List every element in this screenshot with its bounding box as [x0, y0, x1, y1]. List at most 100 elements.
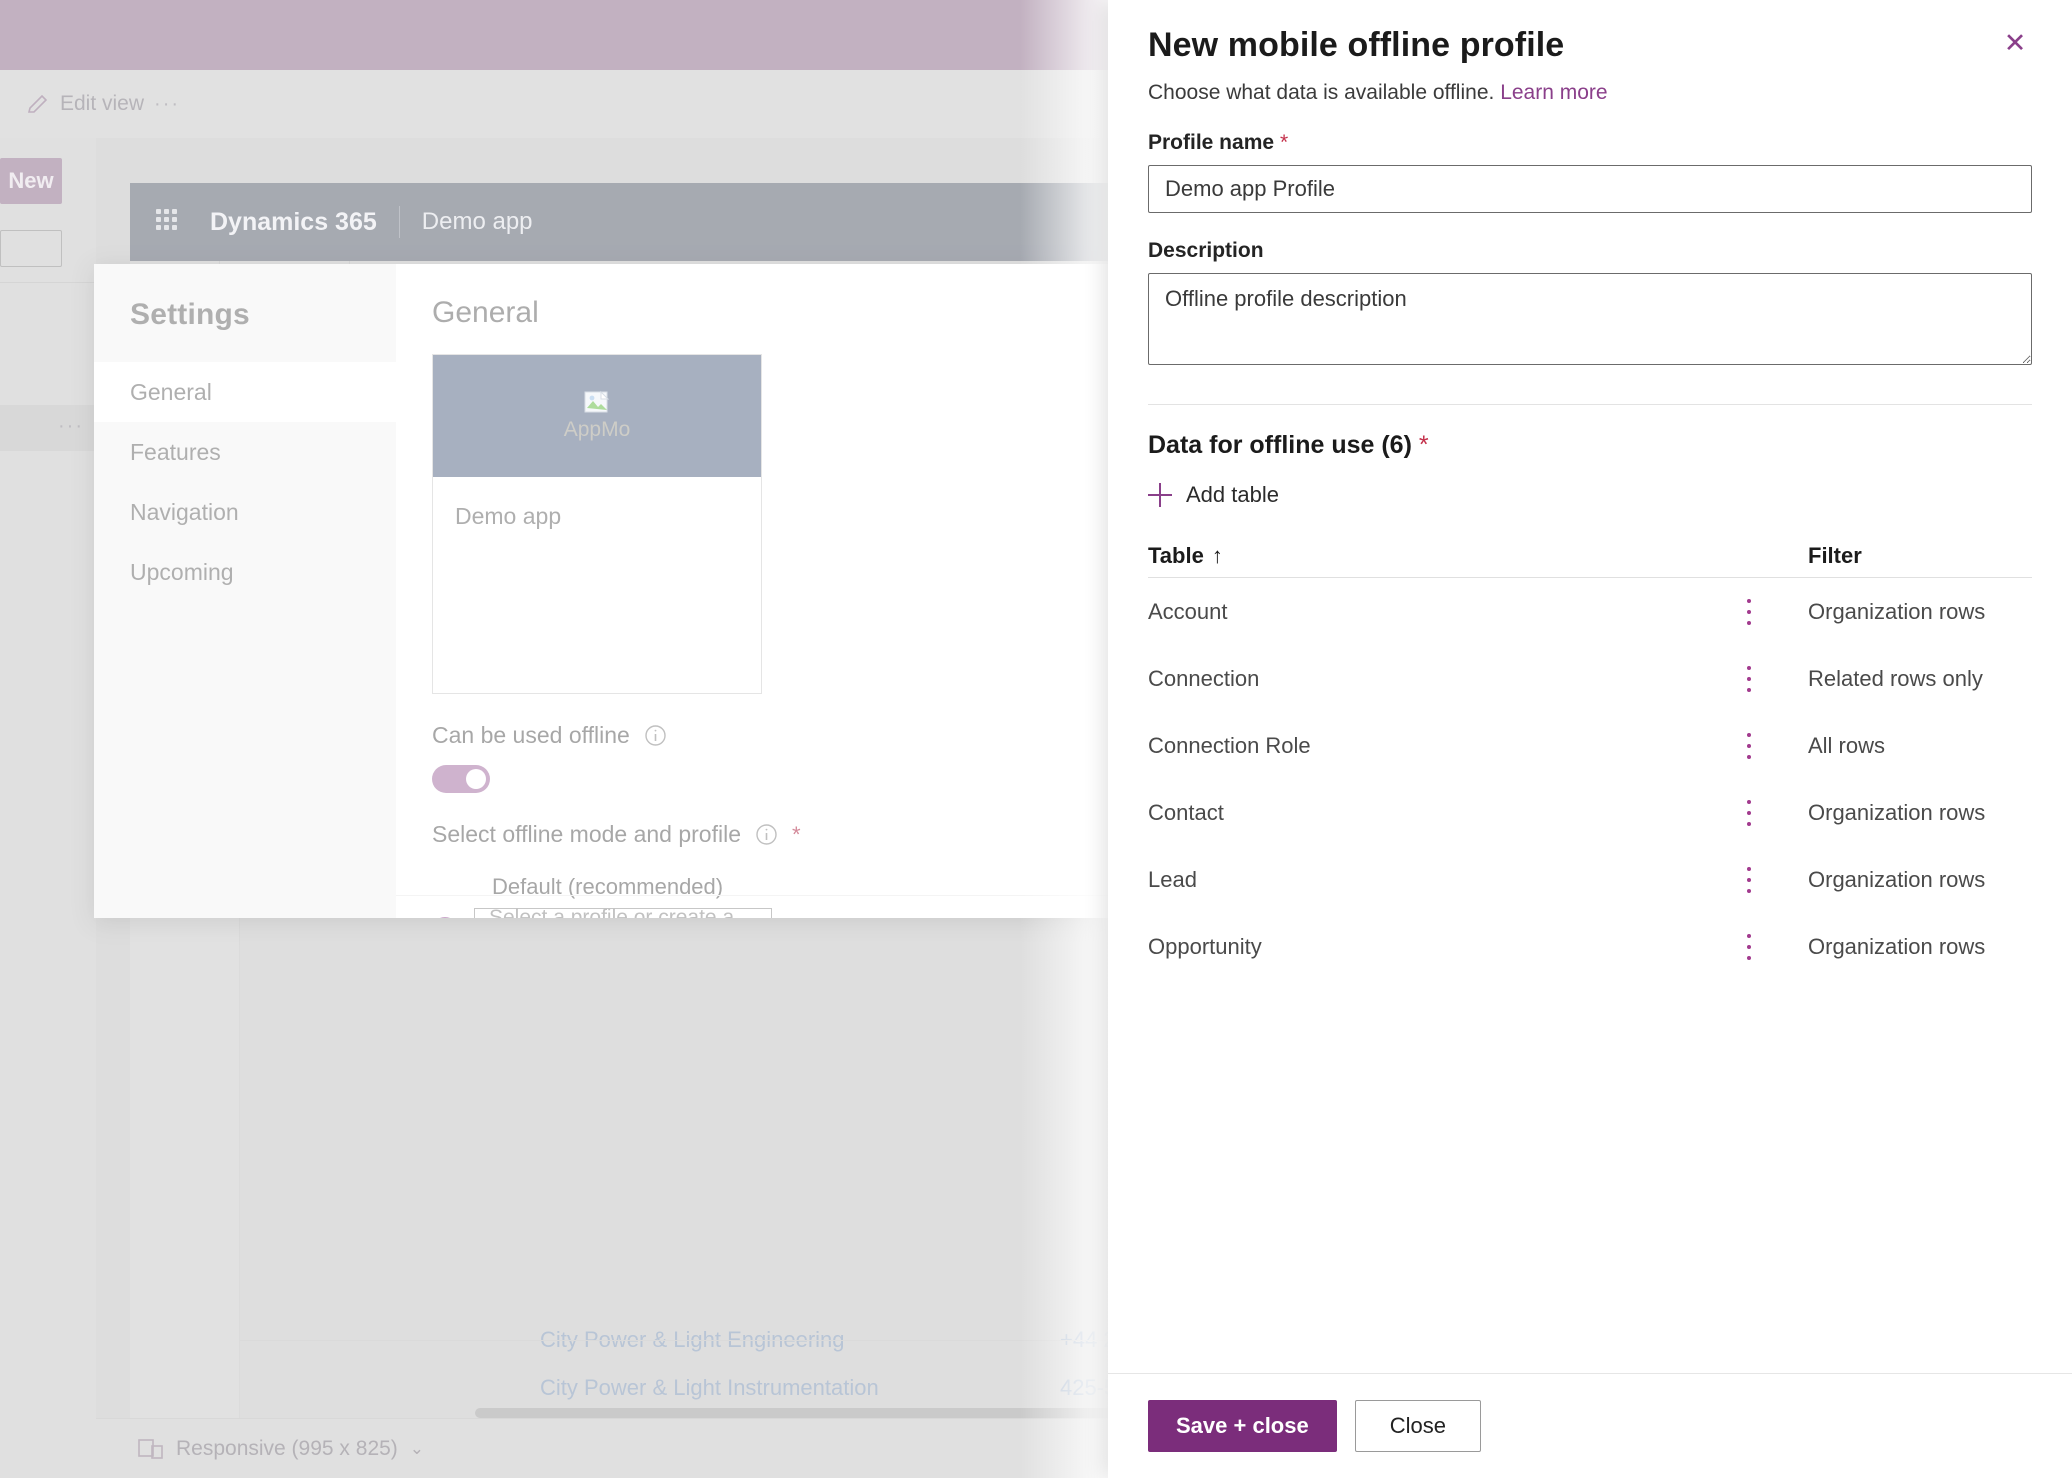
profile-name-input[interactable] — [1148, 165, 2032, 213]
cell-filter-value: Related rows only — [1808, 665, 1983, 691]
row-overflow-icon[interactable]: ··· — [58, 415, 84, 438]
learn-more-link[interactable]: Learn more — [1500, 81, 1607, 104]
row-menu-cell — [1738, 598, 1808, 625]
select-offline-mode-row: Select offline mode and profile * — [432, 821, 1108, 848]
default-profile-dropdown[interactable]: Select a profile or create a new one ⌄ — [474, 906, 772, 918]
app-name: Demo app — [421, 208, 533, 235]
panel-header: New mobile offline profile ✕ Choose what… — [1108, 0, 2072, 105]
profile-name-label-text: Profile name — [1148, 131, 1275, 154]
row-menu-cell — [1738, 866, 1808, 893]
table-row[interactable]: Contact Organization rows — [1148, 779, 2032, 846]
row-more-options-icon[interactable] — [1738, 732, 1760, 759]
account-name-link[interactable]: City Power & Light Instrumentation — [540, 1375, 879, 1401]
table-header-row: Table ↑ Filter — [1148, 534, 2032, 578]
sort-ascending-icon: ↑ — [1211, 542, 1223, 568]
info-icon[interactable] — [644, 724, 667, 747]
settings-nav-list: General Features Navigation Upcoming — [94, 362, 396, 602]
profile-name-field-group: Profile name * — [1108, 105, 2072, 213]
description-field-group: Description Offline profile description — [1108, 213, 2072, 370]
column-header-filter[interactable]: Filter — [1808, 543, 2032, 569]
required-indicator: * — [1418, 431, 1429, 459]
new-record-button[interactable]: New — [0, 158, 62, 204]
waffle-grid-icon[interactable] — [156, 209, 182, 235]
product-name: Dynamics 365 — [210, 207, 377, 236]
left-pane-selected-row[interactable]: ··· — [0, 405, 96, 451]
page-title: General — [432, 296, 539, 329]
row-menu-cell — [1738, 799, 1808, 826]
sidebar-item-features[interactable]: Features — [94, 422, 396, 482]
table-row[interactable]: Opportunity Organization rows — [1148, 913, 2032, 980]
save-and-close-button[interactable]: Save + close — [1148, 1400, 1337, 1452]
description-textarea[interactable]: Offline profile description — [1148, 273, 2032, 365]
cell-filter-value: Organization rows — [1808, 598, 1986, 624]
data-for-offline-use-heading: Data for offline use (6) * — [1108, 431, 2072, 460]
column-header-table[interactable]: Table ↑ — [1148, 543, 1738, 569]
cell-table-name: Opportunity — [1148, 933, 1262, 959]
cell-filter-value: Organization rows — [1808, 799, 1986, 825]
offline-toggle[interactable] — [432, 765, 490, 793]
panel-spacer — [1108, 980, 2072, 1373]
profile-name-label: Profile name * — [1148, 131, 2032, 155]
row-menu-cell — [1738, 665, 1808, 692]
default-option-label: Default (recommended) — [492, 874, 724, 899]
app-card-name: Demo app — [455, 503, 562, 529]
responsive-size-label: Responsive (995 x 825) — [176, 1436, 398, 1460]
responsive-layout-icon — [138, 1437, 164, 1461]
row-more-options-icon[interactable] — [1738, 866, 1760, 893]
panel-subtitle: Choose what data is available offline. L… — [1148, 81, 2032, 105]
cell-table-name: Contact — [1148, 799, 1224, 825]
app-preview-card[interactable]: AppMo Demo app — [432, 354, 762, 694]
command-overflow-icon[interactable]: ··· — [154, 93, 180, 116]
can-be-used-offline-label: Can be used offline — [432, 722, 630, 748]
close-icon[interactable]: ✕ — [1998, 26, 2032, 60]
table-row[interactable]: Connection Role All rows — [1148, 712, 2032, 779]
settings-sidebar: Settings General Features Navigation Upc… — [94, 264, 396, 918]
app-thumbnail: AppMo — [433, 355, 761, 477]
radio-default[interactable] — [432, 917, 458, 918]
row-more-options-icon[interactable] — [1738, 665, 1760, 692]
edit-pencil-icon — [26, 92, 50, 116]
row-more-options-icon[interactable] — [1738, 598, 1760, 625]
edit-view-label[interactable]: Edit view — [60, 92, 144, 116]
description-label: Description — [1148, 239, 2032, 263]
broken-image-icon — [584, 390, 610, 416]
cell-table-name: Lead — [1148, 866, 1197, 892]
required-indicator: * — [792, 821, 801, 847]
grid-row-divider — [240, 1340, 1108, 1341]
panel-subtitle-text: Choose what data is available offline. — [1148, 81, 1495, 104]
advanced-settings-divider — [396, 895, 1108, 896]
row-more-options-icon[interactable] — [1738, 933, 1760, 960]
row-menu-cell — [1738, 933, 1808, 960]
description-label-text: Description — [1148, 239, 1264, 262]
panel-title: New mobile offline profile — [1148, 26, 1565, 64]
cell-table-name: Account — [1148, 598, 1228, 624]
close-button[interactable]: Close — [1354, 1400, 1481, 1452]
table-row[interactable]: Connection Related rows only — [1148, 645, 2032, 712]
offline-mode-default-option: Default (recommended) Select a profile o… — [432, 874, 1108, 918]
table-row[interactable]: Account Organization rows — [1148, 578, 2032, 645]
app-settings-dialog: Settings General Features Navigation Upc… — [94, 264, 1108, 918]
cell-filter-value: Organization rows — [1808, 866, 1986, 892]
left-search-box[interactable] — [0, 230, 62, 267]
new-mobile-offline-profile-panel: New mobile offline profile ✕ Choose what… — [1108, 0, 2072, 1478]
panel-footer: Save + close Close — [1108, 1373, 2072, 1478]
add-table-button[interactable]: Add table — [1108, 482, 2072, 508]
default-profile-more-button[interactable]: ··· — [788, 917, 816, 918]
cell-filter-value: All rows — [1808, 732, 1886, 758]
chevron-down-icon[interactable]: ⌄ — [410, 1439, 424, 1459]
can-be-used-offline-row: Can be used offline — [432, 722, 1108, 749]
data-section-title-text: Data for offline use (6) — [1148, 431, 1412, 459]
sidebar-item-upcoming[interactable]: Upcoming — [94, 542, 396, 602]
plus-icon — [1148, 483, 1172, 507]
sidebar-item-general[interactable]: General — [94, 362, 396, 422]
app-thumbnail-alt-text: AppMo — [563, 418, 631, 441]
header-divider — [398, 206, 400, 238]
cell-filter-value: Organization rows — [1808, 933, 1986, 959]
row-more-options-icon[interactable] — [1738, 799, 1760, 826]
table-row[interactable]: Lead Organization rows — [1148, 846, 2032, 913]
left-pane-divider — [0, 282, 96, 283]
sidebar-item-navigation[interactable]: Navigation — [94, 482, 396, 542]
grid-horizontal-scrollbar[interactable] — [475, 1408, 1115, 1418]
info-icon[interactable] — [755, 823, 778, 846]
add-table-label: Add table — [1186, 482, 1279, 507]
